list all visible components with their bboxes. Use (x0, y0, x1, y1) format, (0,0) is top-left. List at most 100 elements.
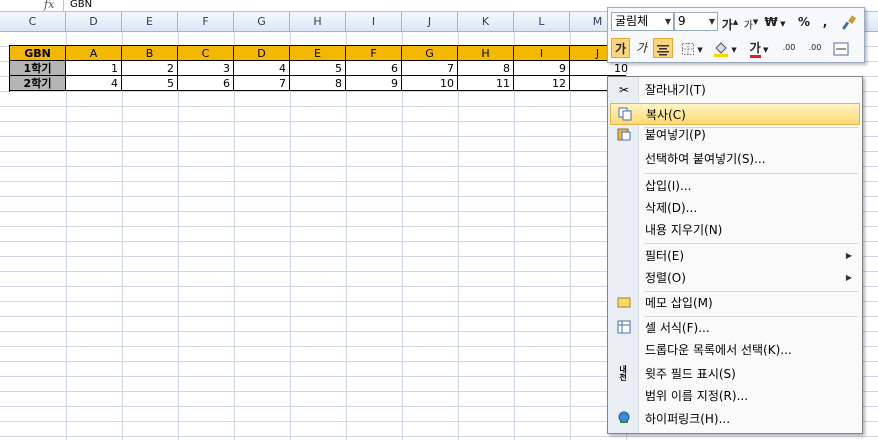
table-header-cell[interactable]: H (458, 46, 514, 61)
percent-button[interactable]: % (796, 12, 812, 32)
menu-item-delete[interactable]: 삭제(D)... (610, 197, 860, 219)
grid-line (458, 32, 459, 440)
table-cell[interactable]: 1 (66, 61, 122, 76)
merge-center-button[interactable] (830, 38, 852, 58)
comma-icon: , (822, 15, 828, 29)
table-cell[interactable]: 7 (234, 76, 290, 91)
menu-item-copy[interactable]: 복사(C) (610, 103, 860, 125)
bold-button[interactable]: 가 (611, 38, 630, 58)
table-header-cell[interactable]: B (122, 46, 178, 61)
table-header-cell[interactable]: I (514, 46, 570, 61)
col-header-c[interactable]: C (0, 12, 66, 31)
table-cell[interactable]: 8 (290, 76, 346, 91)
table-header-cell[interactable]: A (66, 46, 122, 61)
shrink-font-icon: 가 (743, 20, 753, 32)
table-header-cell[interactable]: G (402, 46, 458, 61)
submenu-arrow-icon: ▶ (845, 273, 852, 282)
fill-color-button[interactable]: ▼ (710, 38, 740, 58)
row-label-cell[interactable]: 1학기 (10, 61, 66, 76)
menu-item-format-cells[interactable]: 셀 서식(F)... (610, 317, 860, 339)
table-cell[interactable]: 9 (346, 76, 402, 91)
menu-item-insert[interactable]: 삽입(I)... (610, 175, 860, 197)
grow-font-button[interactable]: 가▲ (721, 12, 739, 32)
menu-item-label: 내용 지우기(N) (645, 223, 723, 237)
grid-line (570, 32, 571, 440)
menu-item-define-name[interactable]: 범위 이름 지정(R)... (610, 385, 860, 407)
menu-item-label: 복사(C) (646, 108, 686, 122)
formula-bar-input[interactable]: GBN (70, 0, 92, 10)
memo-icon (616, 295, 632, 311)
table-cell[interactable]: 11 (458, 76, 514, 91)
format-painter-button[interactable] (840, 12, 858, 32)
table-cell[interactable]: 4 (66, 76, 122, 91)
font-size-select[interactable]: 9 ▼ (674, 12, 718, 31)
menu-item-filter[interactable]: 필터(E) ▶ (610, 245, 860, 267)
table-cell[interactable]: 5 (122, 76, 178, 91)
col-header-d[interactable]: D (66, 12, 122, 31)
table-cell[interactable]: 9 (514, 61, 570, 76)
bold-icon: 가 (614, 42, 627, 56)
increase-decimal-button[interactable]: .00 (778, 38, 800, 58)
table-cell[interactable]: 2 (122, 61, 178, 76)
menu-item-clear-contents[interactable]: 내용 지우기(N) (610, 219, 860, 241)
font-color-button[interactable]: 가 ▼ (745, 38, 773, 58)
borders-icon (682, 42, 695, 55)
col-header-f[interactable]: F (178, 12, 234, 31)
table-cell[interactable]: 8 (458, 61, 514, 76)
chevron-down-icon: ▼ (664, 17, 671, 26)
menu-item-sort[interactable]: 정렬(O) ▶ (610, 267, 860, 289)
menu-item-paste-special[interactable]: 선택하여 붙여넣기(S)... (610, 148, 860, 170)
table-header-cell[interactable]: E (290, 46, 346, 61)
menu-item-hyperlink[interactable]: 하이퍼링크(H)... (610, 408, 860, 430)
table-cell[interactable]: 6 (346, 61, 402, 76)
context-menu: ✂ 잘라내기(T) 복사(C) 붙여넣기(P) 선택하여 붙여넣기(S)... … (607, 76, 863, 434)
table-header-cell[interactable]: C (178, 46, 234, 61)
shrink-font-button[interactable]: 가▼ (742, 12, 760, 32)
col-header-h[interactable]: H (290, 12, 346, 31)
table-cell[interactable]: 4 (234, 61, 290, 76)
percent-icon: % (797, 15, 811, 29)
menu-item-label: 선택하여 붙여넣기(S)... (645, 152, 766, 166)
chevron-down-icon: ▼ (708, 17, 715, 26)
menu-item-insert-comment[interactable]: 메모 삽입(M) (610, 292, 860, 314)
menu-item-label: 잘라내기(T) (645, 83, 706, 97)
table-cell[interactable]: 12 (514, 76, 570, 91)
submenu-arrow-icon: ▶ (845, 251, 852, 260)
borders-button[interactable]: ▼ (678, 38, 706, 58)
table-cell[interactable]: 3 (178, 61, 234, 76)
decrease-decimal-button[interactable]: .00 (804, 38, 826, 58)
fx-icon[interactable]: fx (44, 0, 54, 11)
col-header-k[interactable]: K (458, 12, 514, 31)
center-align-button[interactable] (653, 38, 673, 58)
menu-item-cut[interactable]: ✂ 잘라내기(T) (610, 79, 860, 101)
table-header-cell[interactable]: D (234, 46, 290, 61)
menu-item-show-phonetic[interactable]: 내천 윗주 필드 표시(S) (610, 363, 860, 385)
menu-item-pick-from-list[interactable]: 드롭다운 목록에서 선택(K)... (610, 339, 860, 361)
grid-line (66, 32, 67, 440)
font-name-select[interactable]: 굴림체 ▼ (611, 12, 674, 31)
table-cell[interactable]: 10 (402, 76, 458, 91)
menu-item-label: 윗주 필드 표시(S) (645, 367, 736, 381)
table-header-cell[interactable]: F (346, 46, 402, 61)
font-name-value: 굴림체 (615, 14, 649, 28)
phonetic-icon: 내천 (619, 365, 627, 382)
menu-item-paste[interactable]: 붙여넣기(P) (610, 124, 860, 146)
comma-button[interactable]: , (818, 12, 832, 32)
table-cell[interactable]: 7 (402, 61, 458, 76)
row-label-cell[interactable]: 2학기 (10, 76, 66, 91)
col-header-l[interactable]: L (514, 12, 570, 31)
fill-color-icon (714, 41, 729, 57)
table-cell[interactable]: 10 (570, 61, 628, 76)
col-header-j[interactable]: J (402, 12, 458, 31)
table-cell[interactable]: 5 (290, 61, 346, 76)
menu-item-label: 드롭다운 목록에서 선택(K)... (645, 343, 792, 357)
col-header-i[interactable]: I (346, 12, 402, 31)
currency-button[interactable]: ₩ ▼ (762, 12, 788, 32)
italic-button[interactable]: 가 (632, 38, 651, 58)
table-header-cell[interactable]: GBN (10, 46, 66, 61)
table-cell[interactable]: 6 (178, 76, 234, 91)
col-header-e[interactable]: E (122, 12, 178, 31)
scissors-icon: ✂ (618, 83, 630, 97)
col-header-g[interactable]: G (234, 12, 290, 31)
menu-item-label: 하이퍼링크(H)... (645, 412, 731, 426)
